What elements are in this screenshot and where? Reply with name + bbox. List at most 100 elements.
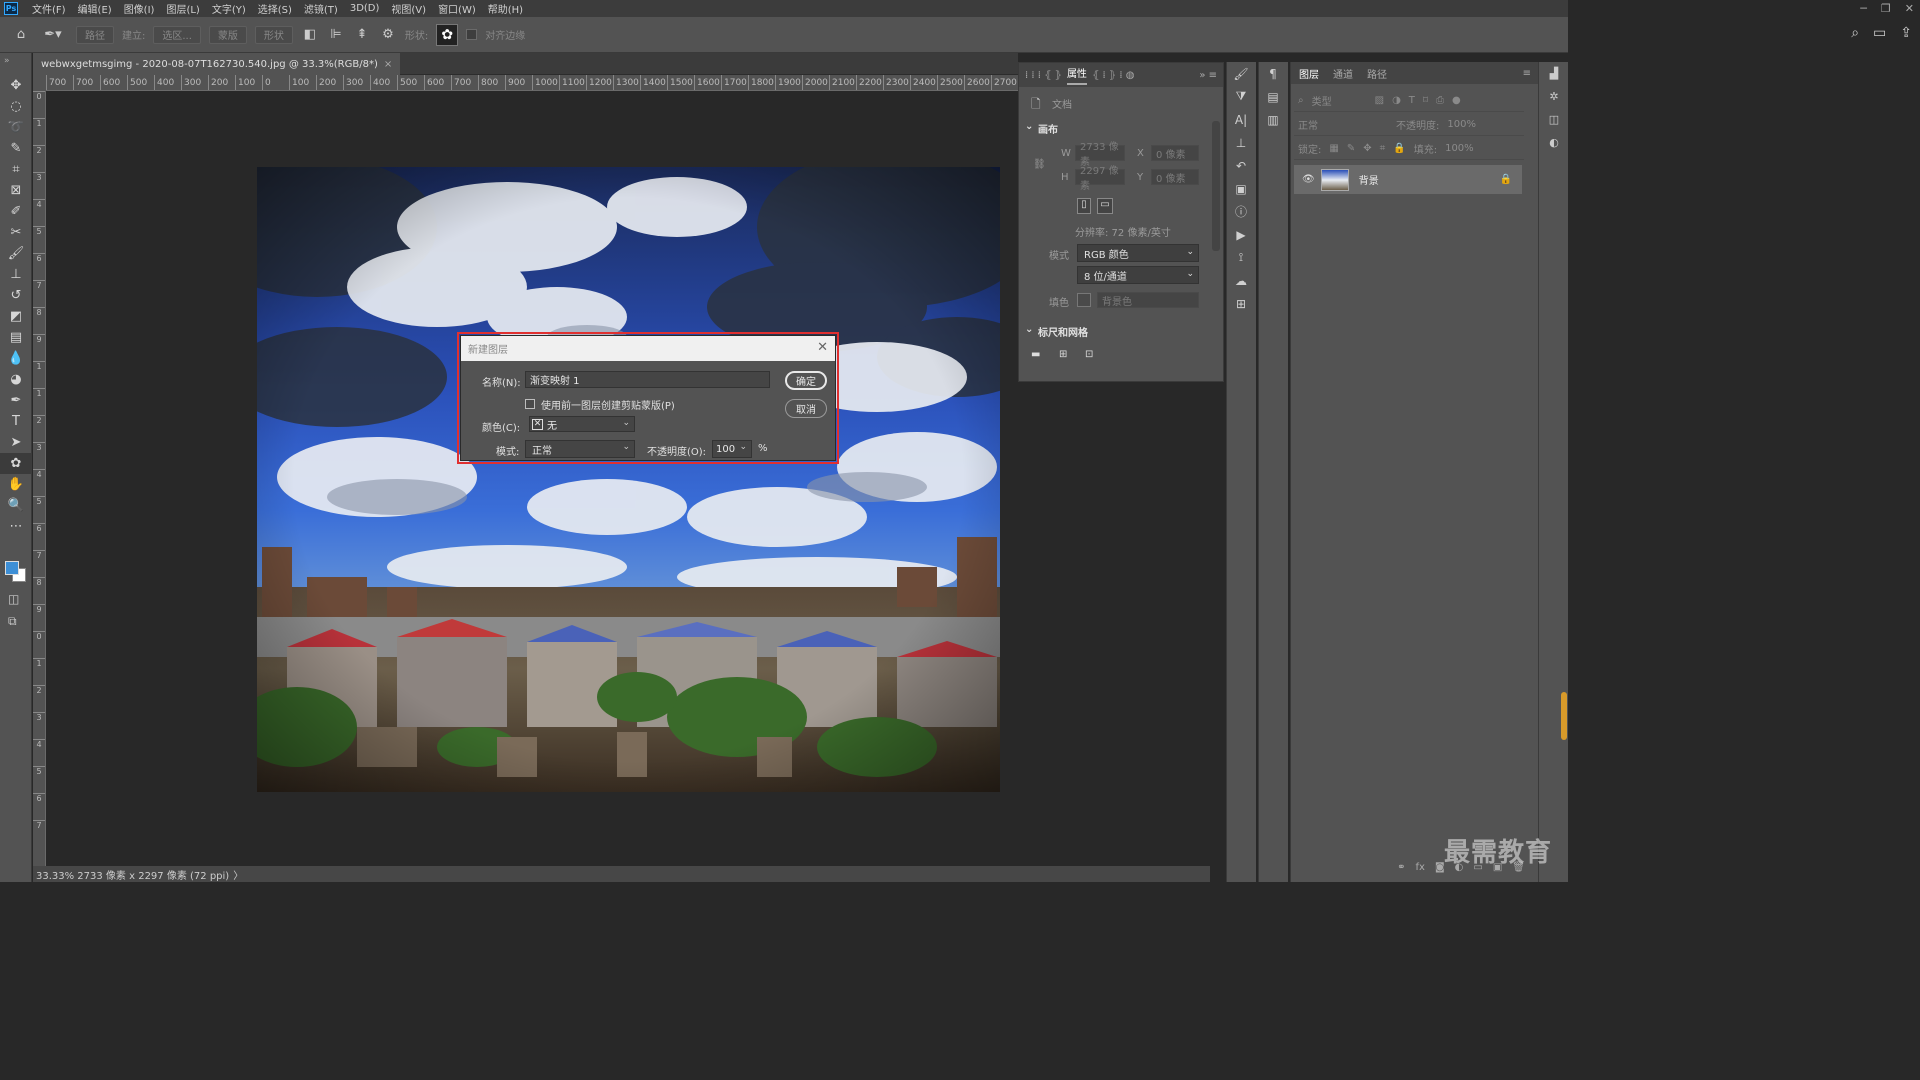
visibility-eye-icon[interactable]: 👁: [1302, 174, 1315, 185]
layer-filter-select[interactable]: 类型: [1312, 93, 1367, 108]
make-mask-button[interactable]: 蒙版: [208, 25, 247, 44]
paragraph-icon[interactable]: ¶: [1259, 62, 1287, 85]
layer-row-background[interactable]: 👁 背景 🔒: [1294, 165, 1522, 194]
crop-tool-icon[interactable]: ⌗: [0, 159, 32, 180]
workspace-icon[interactable]: ▭: [1873, 25, 1886, 41]
eyedropper-tool-icon[interactable]: ✐: [0, 201, 32, 222]
portrait-orientation-icon[interactable]: ▯: [1077, 198, 1091, 214]
edit-toolbar-icon[interactable]: ⋯: [0, 516, 32, 537]
collapsed-tabs-icon[interactable]: ⁞ ⁞ ⁞ ⦃ ⦄: [1025, 70, 1062, 81]
search-icon[interactable]: ⌕: [1851, 25, 1859, 41]
3d-icon[interactable]: ☁: [1227, 269, 1255, 292]
y-input[interactable]: 0 像素: [1151, 169, 1199, 185]
shape-picker-button[interactable]: ✿: [436, 23, 459, 46]
restore-button[interactable]: ❐: [1881, 2, 1891, 15]
info-icon[interactable]: ⓘ: [1227, 200, 1255, 223]
menu-type[interactable]: 文字(Y): [206, 1, 252, 16]
path-selection-tool-icon[interactable]: ➤: [0, 432, 32, 453]
clone-source-icon[interactable]: ⊥: [1227, 131, 1255, 154]
character-icon[interactable]: A|: [1227, 108, 1255, 131]
marquee-tool-icon[interactable]: ◌: [0, 96, 32, 117]
paths-icon[interactable]: ⟟: [1227, 246, 1255, 269]
clone-stamp-tool-icon[interactable]: ⊥: [0, 264, 32, 285]
more-tabs-icon[interactable]: ⦃ ⁞ ⦄ ⁞ ◍: [1092, 70, 1134, 81]
lock-artboard-icon[interactable]: ⌗: [1380, 143, 1386, 154]
panel-menu-icon[interactable]: » ≡: [1199, 70, 1217, 81]
menu-window[interactable]: 窗口(W): [432, 1, 482, 16]
menu-3d[interactable]: 3D(D): [344, 3, 386, 14]
link-layers-icon[interactable]: ⚭: [1397, 862, 1405, 880]
menu-view[interactable]: 视图(V): [385, 1, 432, 16]
document-image[interactable]: [257, 167, 1000, 792]
lock-pixels-icon[interactable]: ✎: [1347, 143, 1355, 154]
history-brush-tool-icon[interactable]: ↺: [0, 285, 32, 306]
type-tool-icon[interactable]: T: [0, 411, 32, 432]
menu-filter[interactable]: 滤镜(T): [298, 1, 344, 16]
actions-play-icon[interactable]: ▶: [1227, 223, 1255, 246]
layer-style-icon[interactable]: fx: [1416, 862, 1425, 880]
foreground-color-swatch[interactable]: [5, 561, 19, 575]
width-input[interactable]: 2733 像素: [1075, 142, 1125, 168]
tab-channels[interactable]: 通道: [1333, 66, 1353, 81]
grid-icon[interactable]: ⊞: [1059, 349, 1067, 360]
table-icon[interactable]: ⊞: [1227, 292, 1255, 315]
lasso-tool-icon[interactable]: ➰: [0, 117, 32, 138]
lock-position-icon[interactable]: ✥: [1363, 143, 1371, 154]
filter-pixel-icon[interactable]: ▨: [1375, 95, 1384, 106]
document-tab[interactable]: webwxgetmsgimg - 2020-08-07T162730.540.j…: [33, 53, 401, 75]
eraser-tool-icon[interactable]: ◩: [0, 306, 32, 327]
notes-icon[interactable]: ▥: [1259, 108, 1287, 131]
healing-brush-tool-icon[interactable]: ✂: [0, 222, 32, 243]
ruler-icon[interactable]: ▬: [1031, 349, 1040, 360]
collapse-toolbar-icon[interactable]: »: [0, 53, 31, 75]
move-tool-icon[interactable]: ✥: [0, 75, 32, 96]
brush-settings-icon[interactable]: 🖌: [1227, 62, 1255, 85]
adjustments-icon[interactable]: ⧩: [1227, 85, 1255, 108]
x-input[interactable]: 0 像素: [1151, 145, 1199, 161]
frame-tool-icon[interactable]: ⊠: [0, 180, 32, 201]
pen-tool-preset-icon[interactable]: ✒▾: [38, 26, 68, 44]
bit-depth-select[interactable]: 8 位/通道 ⌄: [1077, 266, 1199, 284]
dodge-tool-icon[interactable]: ◕: [0, 369, 32, 390]
status-menu-arrow[interactable]: 〉: [233, 867, 243, 882]
blend-mode-select[interactable]: 正常 ⌄: [525, 440, 635, 458]
filter-adjustment-icon[interactable]: ◑: [1392, 95, 1401, 106]
menu-image[interactable]: 图像(I): [118, 1, 161, 16]
hand-tool-icon[interactable]: ✋: [0, 474, 32, 495]
navigator-icon[interactable]: ✲: [1539, 85, 1569, 108]
menu-help[interactable]: 帮助(H): [482, 1, 529, 16]
cancel-button[interactable]: 取消: [785, 399, 827, 418]
path-mode-select[interactable]: 路径: [76, 25, 114, 44]
filter-smart-object-icon[interactable]: ⎙: [1436, 95, 1444, 106]
tool-presets-icon[interactable]: ▣: [1227, 177, 1255, 200]
make-selection-button[interactable]: 选区...: [153, 25, 201, 44]
libraries-icon[interactable]: ◫: [1539, 108, 1569, 131]
menu-select[interactable]: 选择(S): [252, 1, 298, 16]
layer-name-input[interactable]: 渐变映射 1: [525, 371, 770, 388]
zoom-tool-icon[interactable]: 🔍: [0, 495, 32, 516]
lock-transparency-icon[interactable]: ▦: [1329, 143, 1338, 154]
quick-select-tool-icon[interactable]: ✎: [0, 138, 32, 159]
clipping-mask-checkbox[interactable]: [525, 399, 535, 409]
home-icon[interactable]: ⌂: [12, 26, 30, 44]
close-window-button[interactable]: ✕: [1905, 2, 1914, 15]
dialog-close-icon[interactable]: ✕: [817, 341, 828, 355]
glyphs-icon[interactable]: ▤: [1259, 85, 1287, 108]
history-icon[interactable]: ↶: [1227, 154, 1255, 177]
path-operations-icon[interactable]: ◧: [301, 26, 319, 44]
menu-file[interactable]: 文件(F): [26, 1, 72, 16]
pen-tool-icon[interactable]: ✒: [0, 390, 32, 411]
gradient-tool-icon[interactable]: ▤: [0, 327, 32, 348]
tab-paths[interactable]: 路径: [1367, 66, 1387, 81]
share-icon[interactable]: ⇪: [1900, 25, 1912, 41]
path-alignment-icon[interactable]: ⊫: [327, 26, 345, 44]
layer-blend-mode-select[interactable]: 正常: [1298, 117, 1388, 132]
color-swatches[interactable]: [5, 561, 27, 583]
blur-tool-icon[interactable]: 💧: [0, 348, 32, 369]
vertical-ruler[interactable]: 0123456789112345678901234567: [33, 91, 46, 866]
tab-properties[interactable]: 属性: [1066, 65, 1087, 85]
path-arrangement-icon[interactable]: ⇞: [353, 26, 371, 44]
layers-menu-icon[interactable]: ≡: [1523, 68, 1531, 79]
menu-layer[interactable]: 图层(L): [160, 1, 205, 16]
scroll-indicator[interactable]: [1561, 692, 1567, 740]
